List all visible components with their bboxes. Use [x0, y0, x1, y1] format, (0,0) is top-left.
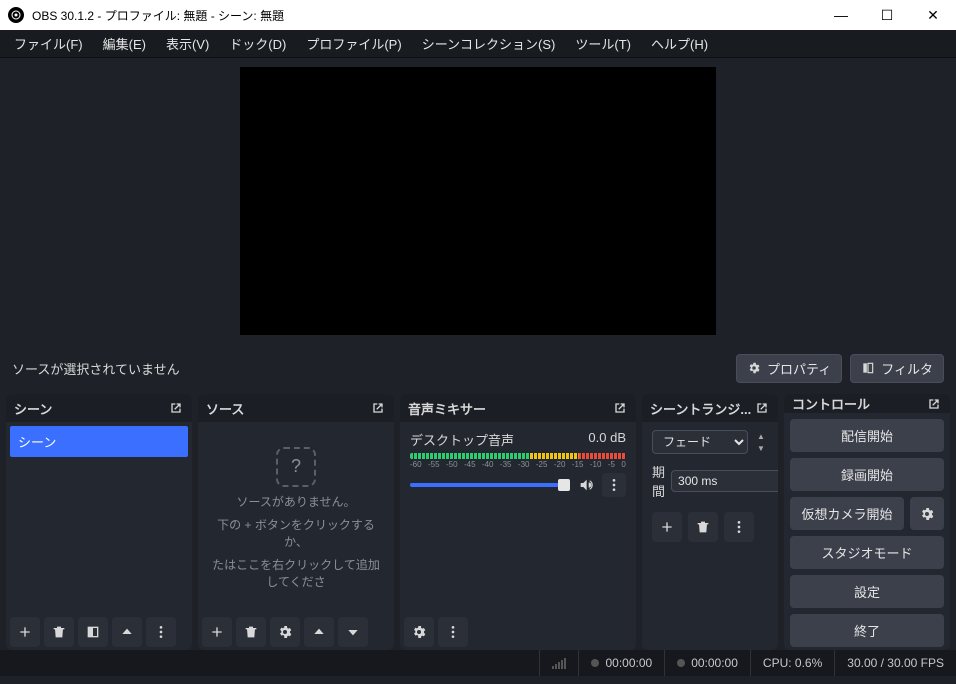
volume-slider[interactable] [410, 483, 570, 487]
obs-logo-icon [8, 7, 24, 23]
controls-dock: コントロール 配信開始 録画開始 仮想カメラ開始 スタジオモード 設定 終了 [784, 394, 950, 650]
add-scene-button[interactable] [10, 617, 40, 647]
popout-icon[interactable] [370, 400, 386, 416]
start-virtualcam-button[interactable]: 仮想カメラ開始 [790, 497, 904, 530]
network-status[interactable] [539, 650, 578, 676]
menu-tools[interactable]: ツール(T) [565, 30, 641, 57]
remove-scene-button[interactable] [44, 617, 74, 647]
signal-icon [552, 657, 566, 669]
menu-dock[interactable]: ドック(D) [219, 30, 296, 57]
menu-scene-collection[interactable]: シーンコレクション(S) [412, 30, 566, 57]
menu-bar: ファイル(F) 編集(E) 表示(V) ドック(D) プロファイル(P) シーン… [0, 30, 956, 58]
transition-select[interactable]: フェード [652, 430, 748, 454]
scene-list-item[interactable]: シーン [10, 426, 188, 457]
window-close-button[interactable]: ✕ [910, 0, 956, 30]
recording-status[interactable]: 00:00:00 [578, 650, 664, 676]
start-streaming-button[interactable]: 配信開始 [790, 419, 944, 452]
record-dot-icon [591, 659, 599, 667]
transitions-dock-header[interactable]: シーントランジ... [642, 394, 778, 422]
studio-mode-button[interactable]: スタジオモード [790, 536, 944, 569]
scenes-toolbar [6, 614, 192, 650]
stream-dot-icon [677, 659, 685, 667]
no-source-label: ソースが選択されていません [12, 359, 180, 378]
scene-more-button[interactable] [146, 617, 176, 647]
preview-area[interactable] [0, 58, 956, 344]
window-titlebar: OBS 30.1.2 - プロファイル: 無題 - シーン: 無題 ― ☐ ✕ [0, 0, 956, 30]
fps-status[interactable]: 30.00 / 30.00 FPS [834, 650, 956, 676]
source-toolbar: ソースが選択されていません プロパティ フィルタ [4, 348, 952, 388]
transitions-dock: シーントランジ... フェード ▲▼ 期間 ▲▼ [642, 394, 778, 650]
controls-dock-header[interactable]: コントロール [784, 394, 950, 413]
window-minimize-button[interactable]: ― [818, 0, 864, 30]
mixer-track-more-button[interactable] [602, 473, 626, 497]
speaker-icon[interactable] [578, 477, 594, 493]
exit-button[interactable]: 終了 [790, 614, 944, 647]
transition-more-button[interactable] [724, 512, 754, 542]
scenes-dock-header[interactable]: シーン [6, 394, 192, 422]
popout-icon[interactable] [612, 400, 628, 416]
sources-dock-header[interactable]: ソース [198, 394, 394, 422]
transition-up-button[interactable]: ▲ [754, 430, 768, 442]
sources-dock: ソース ? ソースがありません。 下の + ボタンをクリックするか、 たはここを… [198, 394, 394, 650]
window-maximize-button[interactable]: ☐ [864, 0, 910, 30]
mixer-settings-button[interactable] [404, 617, 434, 647]
meter-ticks: -60-55-50-45-40-35-30-25-20-15-10-50 [410, 460, 626, 469]
cpu-status[interactable]: CPU: 0.6% [750, 650, 834, 676]
move-scene-up-button[interactable] [112, 617, 142, 647]
window-title: OBS 30.1.2 - プロファイル: 無題 - シーン: 無題 [32, 7, 284, 24]
mixer-toolbar [400, 614, 636, 650]
properties-button[interactable]: プロパティ [736, 354, 842, 383]
filters-button[interactable]: フィルタ [850, 354, 944, 383]
scene-filters-button[interactable] [78, 617, 108, 647]
streaming-status[interactable]: 00:00:00 [664, 650, 750, 676]
mixer-more-button[interactable] [438, 617, 468, 647]
sources-toolbar [198, 614, 394, 650]
question-icon: ? [276, 447, 316, 487]
menu-profile[interactable]: プロファイル(P) [296, 30, 411, 57]
add-transition-button[interactable] [652, 512, 682, 542]
start-recording-button[interactable]: 録画開始 [790, 458, 944, 491]
source-properties-button[interactable] [270, 617, 300, 647]
mixer-track-level: 0.0 dB [588, 430, 626, 449]
add-source-button[interactable] [202, 617, 232, 647]
audio-meter [410, 453, 626, 459]
popout-icon[interactable] [926, 396, 942, 412]
menu-file[interactable]: ファイル(F) [4, 30, 93, 57]
transition-down-button[interactable]: ▼ [754, 442, 768, 454]
audio-mixer-dock: 音声ミキサー デスクトップ音声 0.0 dB -60-55-50-45-40-35… [400, 394, 636, 650]
remove-transition-button[interactable] [688, 512, 718, 542]
duration-label: 期間 [652, 462, 665, 500]
menu-view[interactable]: 表示(V) [156, 30, 219, 57]
popout-icon[interactable] [754, 400, 770, 416]
virtualcam-settings-button[interactable] [910, 497, 944, 530]
duration-input[interactable] [671, 470, 778, 492]
mixer-dock-header[interactable]: 音声ミキサー [400, 394, 636, 422]
move-source-down-button[interactable] [338, 617, 368, 647]
preview-canvas[interactable] [240, 67, 716, 335]
move-source-up-button[interactable] [304, 617, 334, 647]
mixer-track: デスクトップ音声 0.0 dB -60-55-50-45-40-35-30-25-… [404, 426, 632, 501]
scenes-dock: シーン シーン [6, 394, 192, 650]
menu-edit[interactable]: 編集(E) [93, 30, 156, 57]
settings-button[interactable]: 設定 [790, 575, 944, 608]
remove-source-button[interactable] [236, 617, 266, 647]
popout-icon[interactable] [168, 400, 184, 416]
mixer-track-name: デスクトップ音声 [410, 430, 514, 449]
status-bar: 00:00:00 00:00:00 CPU: 0.6% 30.00 / 30.0… [0, 650, 956, 676]
menu-help[interactable]: ヘルプ(H) [641, 30, 718, 57]
sources-empty-state[interactable]: ? ソースがありません。 下の + ボタンをクリックするか、 たはここを右クリッ… [202, 426, 390, 610]
